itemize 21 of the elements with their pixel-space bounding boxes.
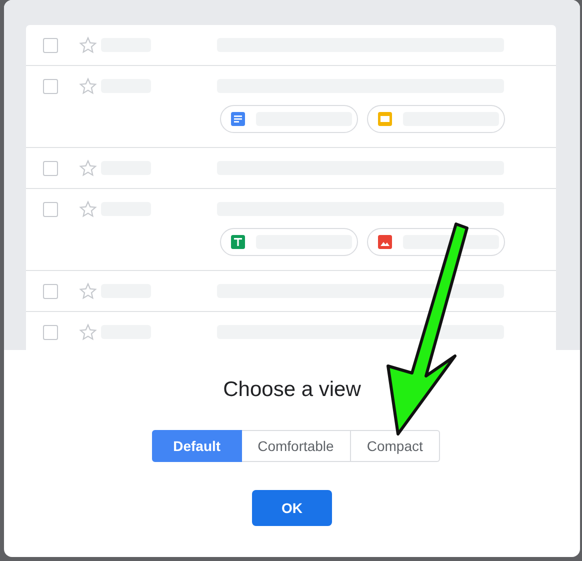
ok-button[interactable]: OK: [252, 490, 332, 526]
image-icon: [377, 234, 393, 250]
spreadsheet-icon: [230, 234, 246, 250]
view-option-tab[interactable]: Comfortable: [242, 430, 351, 462]
star-icon[interactable]: [79, 323, 97, 341]
star-icon[interactable]: [79, 77, 97, 95]
star-icon[interactable]: [79, 159, 97, 177]
document-icon: [230, 111, 246, 127]
view-option-tab[interactable]: Default: [152, 430, 242, 462]
slides-icon: [377, 111, 393, 127]
star-icon[interactable]: [79, 200, 97, 218]
checkbox[interactable]: [43, 284, 58, 298]
checkbox[interactable]: [43, 160, 58, 176]
checkbox[interactable]: [43, 202, 58, 216]
view-option-tab[interactable]: Compact: [350, 430, 440, 462]
checkbox[interactable]: [43, 78, 58, 94]
star-icon[interactable]: [79, 36, 97, 54]
dialog-title: Choose a view: [223, 378, 361, 402]
star-icon[interactable]: [79, 282, 97, 300]
checkbox[interactable]: [43, 38, 58, 52]
checkbox[interactable]: [43, 324, 58, 340]
